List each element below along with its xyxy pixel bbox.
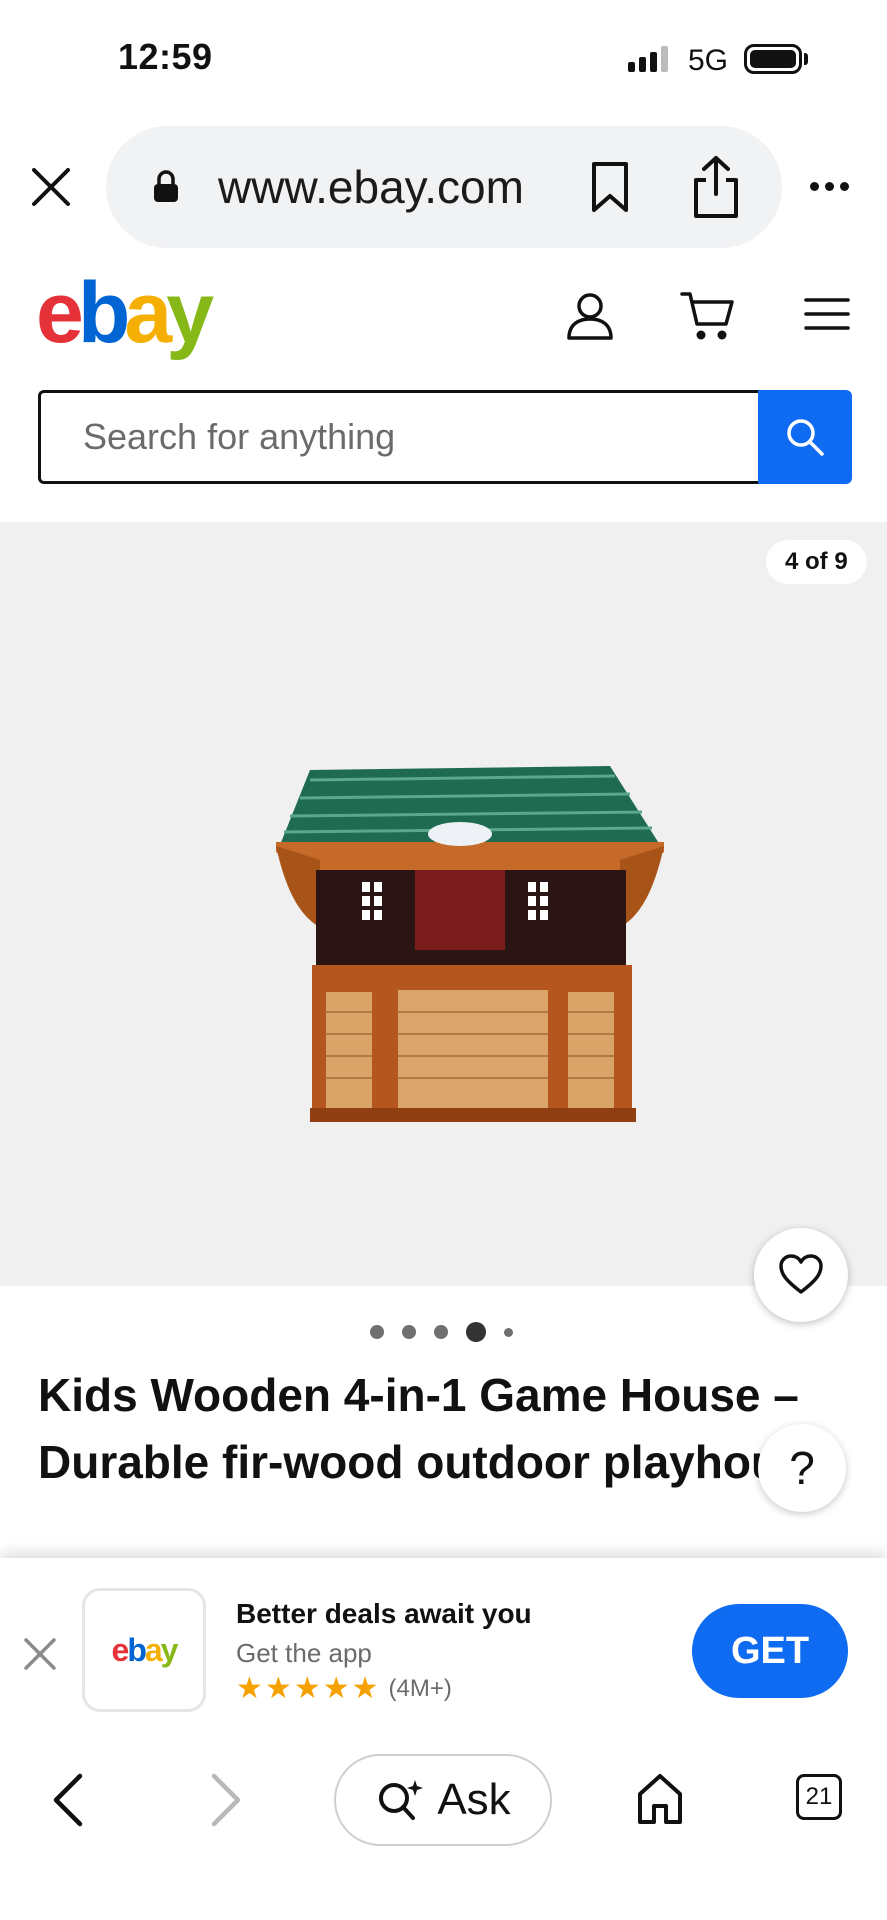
search-input[interactable]: [41, 393, 760, 481]
pagination-dot[interactable]: [504, 1327, 513, 1337]
search-icon: [787, 419, 824, 456]
ask-label: Ask: [437, 1775, 511, 1824]
gallery-pagination-dots[interactable]: [370, 1322, 513, 1342]
url-text[interactable]: www.ebay.com: [218, 160, 524, 214]
app-rating: ★ ★ ★ ★ ★ (4M+): [236, 1674, 452, 1704]
battery-tip: [804, 53, 808, 65]
pagination-dot[interactable]: [402, 1325, 416, 1339]
add-to-watchlist-button[interactable]: [754, 1228, 848, 1322]
search-button[interactable]: [758, 390, 852, 484]
ask-button[interactable]: Ask: [334, 1754, 552, 1846]
back-icon[interactable]: [48, 1772, 88, 1828]
menu-icon[interactable]: [804, 296, 850, 332]
ebay-logo[interactable]: ebay: [36, 270, 214, 356]
ai-search-icon: [379, 1780, 424, 1820]
lock-icon: [154, 170, 178, 202]
product-title: Kids Wooden 4-in-1 Game House – Durable …: [38, 1369, 831, 1488]
ebay-app-icon: ebay: [82, 1588, 206, 1712]
star-icon: ★: [351, 1672, 379, 1705]
rating-count: (4M+): [388, 1675, 452, 1702]
pagination-dot[interactable]: [434, 1325, 448, 1339]
forward-icon[interactable]: [206, 1772, 246, 1828]
star-icon: ★: [264, 1672, 292, 1705]
more-options-icon[interactable]: [810, 182, 849, 191]
star-icon: ★: [322, 1672, 350, 1705]
close-banner-icon[interactable]: [22, 1636, 58, 1672]
battery-icon: [744, 44, 802, 74]
close-icon[interactable]: [28, 164, 74, 210]
search-box[interactable]: [38, 390, 760, 484]
star-icon: ★: [236, 1672, 263, 1705]
bookmark-icon[interactable]: [590, 160, 630, 214]
image-counter: 4 of 9: [766, 540, 867, 584]
help-button[interactable]: ?: [758, 1424, 846, 1512]
pagination-dot-active[interactable]: [466, 1322, 486, 1342]
heart-icon: [779, 1254, 823, 1294]
status-time: 12:59: [118, 36, 213, 77]
home-icon[interactable]: [636, 1772, 684, 1826]
star-icon: ★: [293, 1672, 321, 1705]
user-icon[interactable]: [564, 290, 616, 342]
share-icon[interactable]: [690, 154, 742, 220]
network-type: 5G: [688, 44, 729, 77]
signal-icon: [628, 46, 668, 72]
pagination-dot[interactable]: [370, 1325, 384, 1339]
get-app-button[interactable]: GET: [692, 1604, 848, 1698]
banner-title: Better deals await you: [236, 1598, 532, 1629]
tabs-button[interactable]: 21: [796, 1774, 842, 1820]
banner-subtitle: Get the app: [236, 1638, 372, 1668]
cart-icon[interactable]: [680, 288, 736, 344]
product-image[interactable]: [270, 750, 670, 1140]
